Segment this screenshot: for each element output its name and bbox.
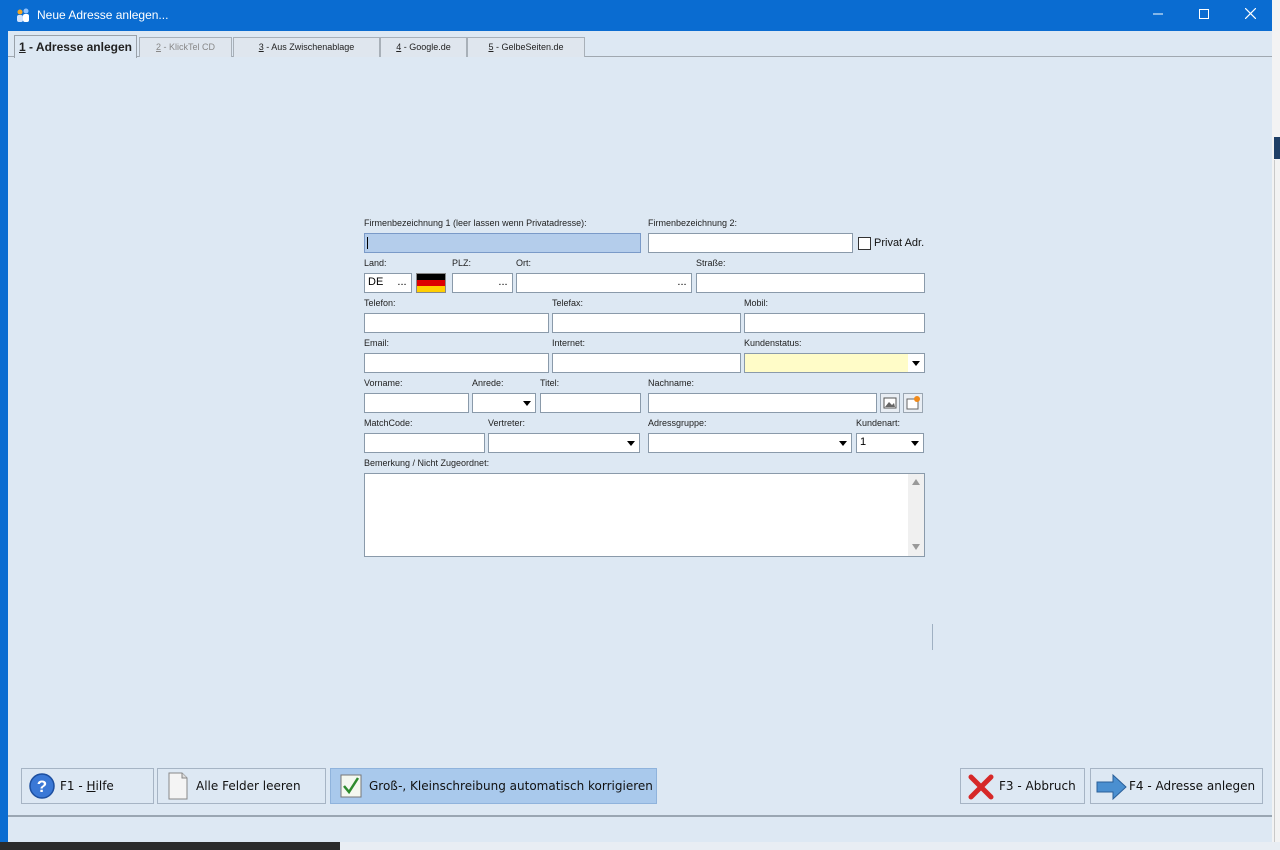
dialog-window: Neue Adresse anlegen... 1 - Adresse anle… <box>0 0 1272 842</box>
blank-page-icon <box>168 772 188 800</box>
background-window-edge <box>1272 0 1280 850</box>
firma2-label: Firmenbezeichnung 2: <box>648 218 738 228</box>
clear-fields-button[interactable]: Alle Felder leeren <box>157 768 326 804</box>
checkmark-icon <box>340 774 362 798</box>
chevron-down-icon[interactable] <box>907 434 923 452</box>
scroll-up-icon[interactable] <box>912 479 920 485</box>
matchcode-input[interactable] <box>364 433 485 453</box>
adressgruppe-label: Adressgruppe: <box>648 418 707 428</box>
firma1-label: Firmenbezeichnung 1 (leer lassen wenn Pr… <box>364 218 587 228</box>
autocase-toggle-button[interactable]: Groß-, Kleinschreibung automatisch korri… <box>330 768 657 804</box>
tab-google[interactable]: 4 - Google.de <box>380 37 467 57</box>
plz-label: PLZ: <box>452 258 472 268</box>
privat-label[interactable]: Privat Adr. <box>874 237 924 249</box>
mobil-input[interactable] <box>744 313 925 333</box>
red-x-icon <box>968 774 994 800</box>
anrede-select[interactable] <box>472 393 536 413</box>
separator <box>932 624 933 650</box>
internet-input[interactable] <box>552 353 741 373</box>
dialog-client-area: 1 - Adresse anlegen 2 - KlickTel CD 3 - … <box>8 31 1272 842</box>
background-divider <box>1274 160 1275 850</box>
titel-input[interactable] <box>540 393 641 413</box>
blue-arrow-right-icon <box>1096 773 1127 801</box>
contact-card-button[interactable] <box>903 393 923 413</box>
tab-aus-zwischenablage[interactable]: 3 - Aus Zwischenablage <box>233 37 380 57</box>
ort-input[interactable]: ... <box>516 273 692 293</box>
email-label: Email: <box>364 338 390 348</box>
nachname-input[interactable] <box>648 393 877 413</box>
status-bar <box>8 815 1272 842</box>
mobil-label: Mobil: <box>744 298 769 308</box>
anrede-label: Anrede: <box>472 378 504 388</box>
privat-checkbox[interactable] <box>858 237 871 250</box>
nachname-label: Nachname: <box>648 378 695 388</box>
title-bar[interactable]: Neue Adresse anlegen... <box>0 0 1272 31</box>
tab-gelbeseiten[interactable]: 5 - GelbeSeiten.de <box>467 37 585 57</box>
land-label: Land: <box>364 258 387 268</box>
strasse-input[interactable] <box>696 273 925 293</box>
chevron-down-icon[interactable] <box>519 394 535 412</box>
background-taskbar-edge <box>0 842 1280 850</box>
firma1-input[interactable] <box>364 233 641 253</box>
maximize-icon <box>1199 9 1209 19</box>
kundenart-label: Kundenart: <box>856 418 901 428</box>
photo-button[interactable] <box>880 393 900 413</box>
bemerkung-label: Bemerkung / Nicht Zugeordnet: <box>364 458 490 468</box>
chevron-down-icon[interactable] <box>908 354 924 372</box>
titel-label: Titel: <box>540 378 560 388</box>
vorname-input[interactable] <box>364 393 469 413</box>
bemerkung-textarea[interactable] <box>364 473 925 557</box>
tab-strip: 1 - Adresse anlegen 2 - KlickTel CD 3 - … <box>8 31 1272 58</box>
background-strip <box>1274 137 1280 159</box>
firma2-input[interactable] <box>648 233 853 253</box>
tab-adresse-anlegen[interactable]: 1 - Adresse anlegen <box>14 35 137 58</box>
telefax-label: Telefax: <box>552 298 584 308</box>
scroll-down-icon[interactable] <box>912 544 920 550</box>
help-question-icon: ? <box>29 773 55 799</box>
plz-input[interactable]: ... <box>452 273 513 293</box>
minimize-button[interactable] <box>1135 0 1181 31</box>
cancel-button[interactable]: F3 - Abbruch <box>960 768 1085 804</box>
close-icon <box>1244 7 1256 20</box>
land-input[interactable]: DE ... <box>364 273 412 293</box>
vorname-label: Vorname: <box>364 378 403 388</box>
help-button[interactable]: ? F1 - Hilfe <box>21 768 154 804</box>
image-icon <box>883 397 897 409</box>
vertreter-label: Vertreter: <box>488 418 526 428</box>
create-address-button[interactable]: F4 - Adresse anlegen <box>1090 768 1263 804</box>
email-input[interactable] <box>364 353 549 373</box>
minimize-icon <box>1153 13 1163 15</box>
telefon-label: Telefon: <box>364 298 396 308</box>
scrollbar[interactable] <box>908 474 924 556</box>
chevron-down-icon[interactable] <box>835 434 851 452</box>
telefax-input[interactable] <box>552 313 741 333</box>
telefon-input[interactable] <box>364 313 549 333</box>
kundenart-select[interactable]: 1 <box>856 433 924 453</box>
contact-card-icon <box>906 396 920 410</box>
svg-text:?: ? <box>37 777 47 796</box>
window-title: Neue Adresse anlegen... <box>37 8 169 22</box>
plz-picker-button[interactable]: ... <box>494 274 512 292</box>
close-button[interactable] <box>1227 0 1273 31</box>
germany-flag-icon <box>416 273 446 293</box>
chevron-down-icon[interactable] <box>623 434 639 452</box>
vertreter-select[interactable] <box>488 433 640 453</box>
kundenstatus-select[interactable] <box>744 353 925 373</box>
adressgruppe-select[interactable] <box>648 433 852 453</box>
tab-klicktel-cd[interactable]: 2 - KlickTel CD <box>139 37 232 57</box>
land-picker-button[interactable]: ... <box>393 274 411 292</box>
matchcode-label: MatchCode: <box>364 418 413 428</box>
kundenstatus-label: Kundenstatus: <box>744 338 802 348</box>
ort-label: Ort: <box>516 258 531 268</box>
address-app-icon <box>17 8 29 22</box>
ort-picker-button[interactable]: ... <box>673 274 691 292</box>
maximize-button[interactable] <box>1181 0 1227 31</box>
internet-label: Internet: <box>552 338 586 348</box>
strasse-label: Straße: <box>696 258 726 268</box>
